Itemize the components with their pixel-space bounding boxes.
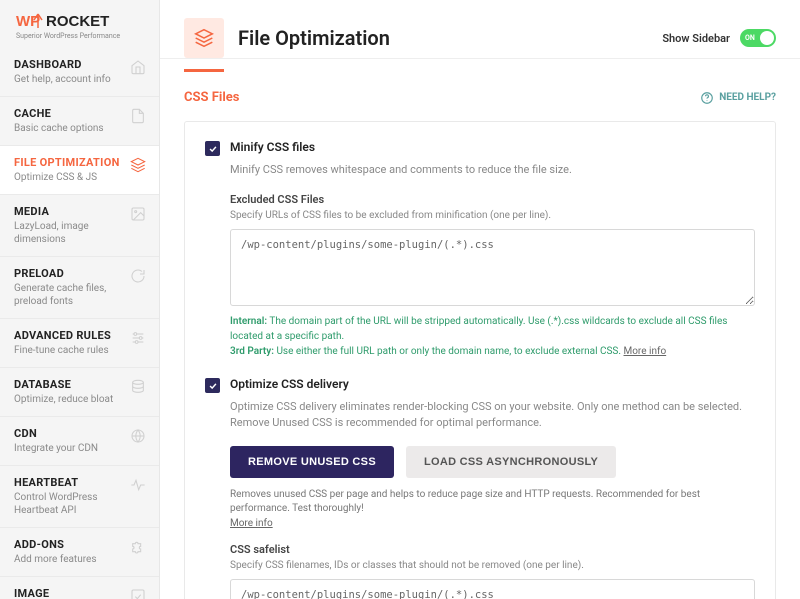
sidebar: WP ROCKET Superior WordPress Performance…	[0, 0, 160, 599]
show-sidebar-toggle[interactable]: ON	[740, 29, 776, 47]
page-header: File Optimization Show Sidebar ON	[160, 0, 800, 59]
css-safelist-label: CSS safelist	[230, 543, 755, 556]
svg-text:ROCKET: ROCKET	[46, 13, 109, 30]
excluded-css-sub: Specify URLs of CSS files to be excluded…	[230, 210, 755, 221]
sidebar-item-media[interactable]: MEDIA LazyLoad, image dimensions	[0, 194, 159, 256]
sliders-icon	[129, 329, 147, 347]
nav-item-title: FILE OPTIMIZATION	[14, 156, 123, 169]
nav-item-title: ADVANCED RULES	[14, 329, 123, 342]
sidebar-item-database[interactable]: DATABASE Optimize, reduce bloat	[0, 367, 159, 416]
image-opt-icon	[129, 587, 147, 599]
css-safelist-sub: Specify CSS filenames, IDs or classes th…	[230, 560, 755, 571]
nav-item-title: IMAGE OPTIMIZATION	[14, 587, 123, 599]
sidebar-item-file-optimization[interactable]: FILE OPTIMIZATION Optimize CSS & JS	[0, 145, 159, 194]
nav-item-sub: Optimize CSS & JS	[14, 171, 123, 184]
nav-item-title: HEARTBEAT	[14, 476, 123, 489]
nav-item-title: MEDIA	[14, 205, 123, 218]
optimize-css-title: Optimize CSS delivery	[230, 377, 349, 391]
sidebar-item-dashboard[interactable]: DASHBOARD Get help, account info	[0, 48, 159, 96]
load-css-async-button[interactable]: LOAD CSS ASYNCHRONOUSLY	[406, 446, 616, 478]
nav-item-title: ADD-ONS	[14, 538, 123, 551]
nav-item-title: DATABASE	[14, 378, 123, 391]
section-title: CSS Files	[184, 90, 239, 105]
puzzle-icon	[129, 538, 147, 556]
sidebar-item-heartbeat[interactable]: HEARTBEAT Control WordPress Heartbeat API	[0, 465, 159, 527]
brand-logo: WP ROCKET Superior WordPress Performance	[0, 0, 159, 48]
remove-unused-desc: Removes unused CSS per page and helps to…	[230, 488, 755, 532]
sidebar-item-cdn[interactable]: CDN Integrate your CDN	[0, 416, 159, 465]
nav-item-sub: Control WordPress Heartbeat API	[14, 491, 123, 517]
nav-item-sub: Get help, account info	[14, 73, 123, 86]
nav-item-title: DASHBOARD	[14, 58, 123, 71]
sidebar-item-add-ons[interactable]: ADD-ONS Add more features	[0, 527, 159, 576]
nav-item-sub: Fine-tune cache rules	[14, 344, 123, 357]
file-icon	[129, 107, 147, 125]
excluded-css-label: Excluded CSS Files	[230, 193, 755, 206]
excluded-css-hint: Internal: The domain part of the URL wil…	[230, 314, 755, 359]
minify-css-checkbox[interactable]	[205, 141, 220, 156]
nav-item-title: PRELOAD	[14, 267, 123, 280]
nav-item-sub: Integrate your CDN	[14, 442, 123, 455]
minify-css-title: Minify CSS files	[230, 140, 315, 154]
nav-item-title: CDN	[14, 427, 123, 440]
nav-item-sub: Optimize, reduce bloat	[14, 393, 123, 406]
css-safelist-textarea[interactable]	[230, 579, 755, 599]
home-icon	[129, 58, 147, 76]
image-icon	[129, 205, 147, 223]
show-sidebar-label: Show Sidebar	[662, 32, 730, 45]
heartbeat-icon	[129, 476, 147, 494]
minify-css-desc: Minify CSS removes whitespace and commen…	[230, 162, 755, 177]
optimize-css-checkbox[interactable]	[205, 378, 220, 393]
excluded-css-textarea[interactable]	[230, 229, 755, 306]
content-area: CSS Files NEED HELP? Minify CSS files Mi…	[160, 72, 800, 599]
sidebar-item-advanced-rules[interactable]: ADVANCED RULES Fine-tune cache rules	[0, 318, 159, 367]
layers-icon	[184, 18, 224, 58]
layers-icon	[129, 156, 147, 174]
database-icon	[129, 378, 147, 396]
nav-item-sub: LazyLoad, image dimensions	[14, 220, 123, 246]
remove-unused-css-button[interactable]: REMOVE UNUSED CSS	[230, 446, 394, 478]
toggle-state-label: ON	[745, 34, 755, 42]
need-help-label: NEED HELP?	[719, 92, 776, 103]
nav-list: DASHBOARD Get help, account info CACHE Basi…	[0, 48, 159, 599]
nav-item-sub: Basic cache options	[14, 122, 123, 135]
page-title: File Optimization	[238, 26, 662, 50]
sidebar-item-preload[interactable]: PRELOAD Generate cache files, preload fon…	[0, 256, 159, 318]
toggle-knob	[760, 31, 774, 45]
main-panel: File Optimization Show Sidebar ON CSS Fi…	[160, 0, 800, 599]
need-help-link[interactable]: NEED HELP?	[700, 91, 776, 105]
refresh-icon	[129, 267, 147, 285]
more-info-link-2[interactable]: More info	[230, 518, 273, 529]
sidebar-item-cache[interactable]: CACHE Basic cache options	[0, 96, 159, 145]
globe-icon	[129, 427, 147, 445]
nav-item-title: CACHE	[14, 107, 123, 120]
brand-tagline: Superior WordPress Performance	[16, 32, 147, 40]
nav-item-sub: Generate cache files, preload fonts	[14, 282, 123, 308]
optimize-css-desc: Optimize CSS delivery eliminates render-…	[230, 399, 755, 430]
sidebar-item-image-optimization[interactable]: IMAGE OPTIMIZATION	[0, 576, 159, 599]
css-files-card: Minify CSS files Minify CSS removes whit…	[184, 121, 776, 599]
nav-item-sub: Add more features	[14, 553, 123, 566]
more-info-link[interactable]: More info	[624, 346, 667, 357]
